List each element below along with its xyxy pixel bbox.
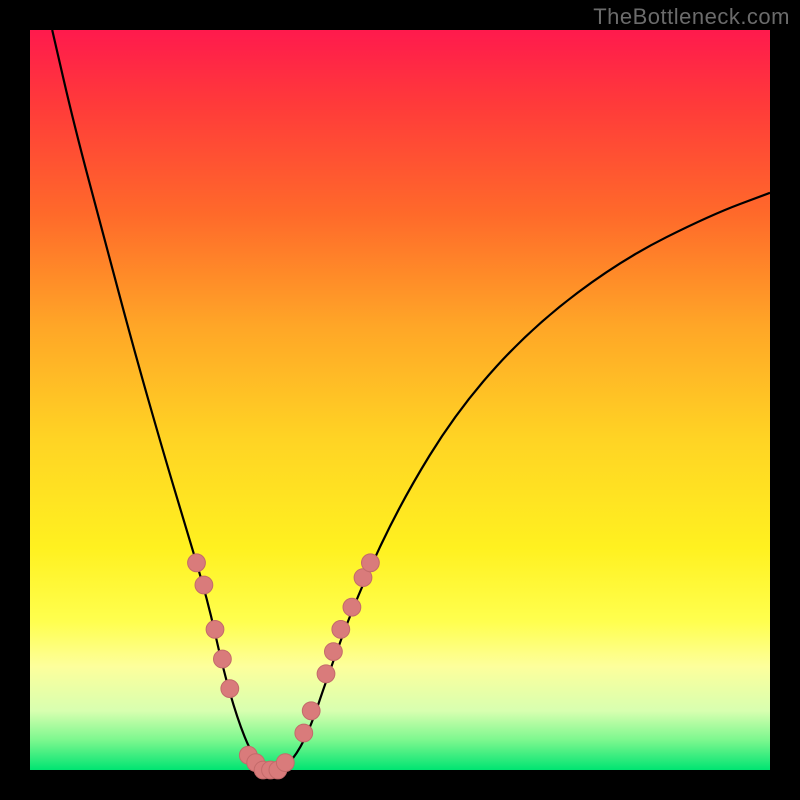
- marker-dot: [206, 621, 224, 639]
- marker-dot: [332, 621, 350, 639]
- marker-dot: [295, 724, 313, 742]
- marker-dot: [276, 754, 294, 772]
- marker-dot: [362, 554, 380, 572]
- marker-dot: [214, 650, 232, 668]
- marker-dots-group: [188, 554, 380, 779]
- chart-svg: [30, 30, 770, 770]
- marker-dot: [188, 554, 206, 572]
- marker-dot: [195, 576, 213, 594]
- chart-frame: TheBottleneck.com: [0, 0, 800, 800]
- marker-dot: [317, 665, 335, 683]
- marker-dot: [221, 680, 239, 698]
- marker-dot: [343, 598, 361, 616]
- watermark-text: TheBottleneck.com: [593, 4, 790, 30]
- chart-plot-area: [30, 30, 770, 770]
- marker-dot: [325, 643, 343, 661]
- bottleneck-curve-line: [52, 30, 770, 770]
- marker-dot: [302, 702, 320, 720]
